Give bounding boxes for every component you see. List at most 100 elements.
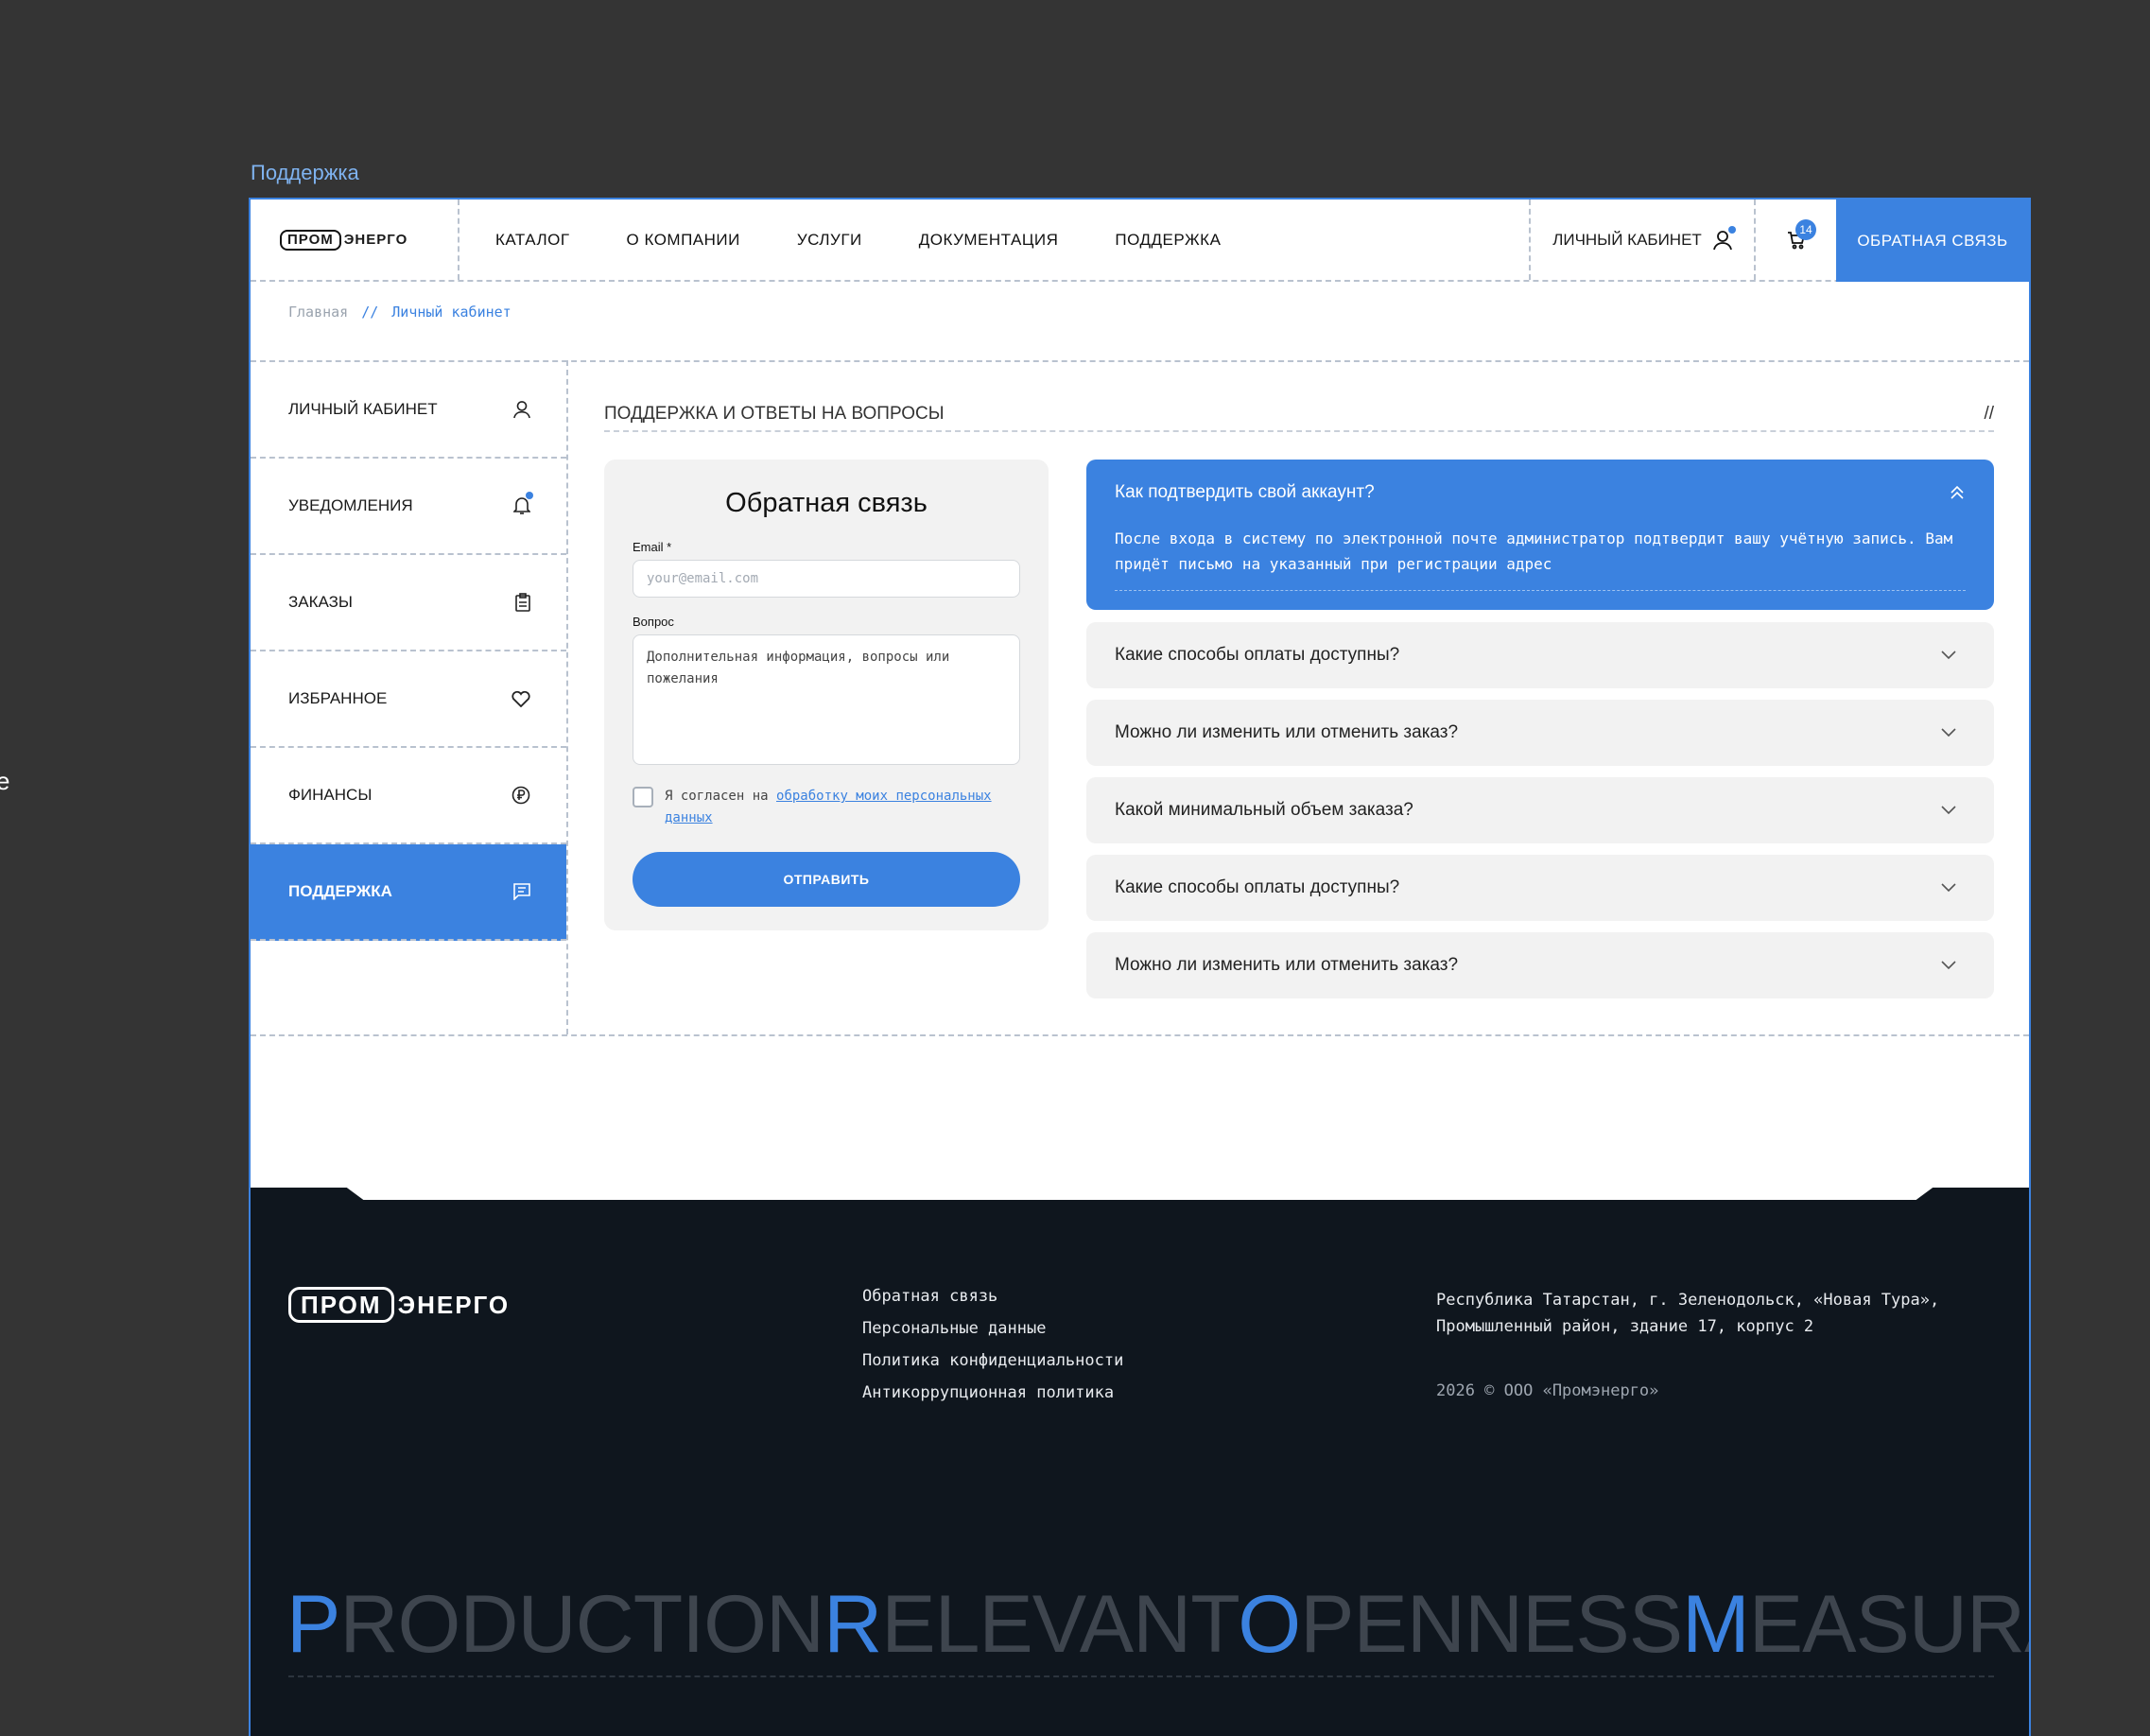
cart-count-badge: 14 (1795, 219, 1816, 240)
edge-glyph: e (0, 767, 10, 795)
slogan-word: PENNESS (1300, 1579, 1683, 1670)
sidebar-item-label: УВЕДОМЛЕНИЯ (288, 496, 413, 514)
site-header: ПРОМ ЭНЕРГО КАТАЛОГ О КОМПАНИИ УСЛУГИ ДО… (251, 200, 2029, 282)
faq-item[interactable]: Какой минимальный объем заказа? (1086, 777, 1994, 843)
chevron-down-icon (1941, 806, 1956, 815)
nav-support[interactable]: ПОДДЕРЖКА (1115, 231, 1221, 250)
chevron-up-icon[interactable] (1949, 484, 1966, 501)
clipboard-icon (515, 593, 530, 612)
slogan-word: RODUCTION (339, 1579, 824, 1670)
footer-links: Обратная связь Персональные данные Полит… (862, 1287, 1123, 1402)
site-footer: ПРОМ ЭНЕРГО Обратная связь Персональные … (251, 1200, 2029, 1736)
nav-catalog[interactable]: КАТАЛОГ (495, 231, 570, 250)
section-mark: // (1984, 404, 1994, 424)
slogan-initial: P (286, 1579, 340, 1670)
slogan-initial: O (1238, 1579, 1301, 1670)
consent-row: Я согласен на обработку моих персональны… (633, 786, 1020, 829)
sidebar-item-label: ЛИЧНЫЙ КАБИНЕТ (288, 400, 438, 418)
consent-prefix: Я согласен на (665, 789, 769, 804)
sidebar-item-notifications[interactable]: УВЕДОМЛЕНИЯ (251, 459, 566, 555)
logo-rest-text: ЭНЕРГО (343, 232, 408, 248)
slogan-initial: M (1682, 1579, 1750, 1670)
nav-services[interactable]: УСЛУГИ (797, 231, 862, 250)
slogan-word: ELEVANT (881, 1579, 1239, 1670)
account-label: ЛИЧНЫЙ КАБИНЕТ (1552, 230, 1702, 249)
message-icon (513, 883, 530, 900)
user-icon (1712, 225, 1736, 251)
feedback-form: Обратная связь Email * your@email.com Во… (604, 460, 1049, 930)
faq-question: Какие способы оплаты доступны? (1115, 645, 1400, 665)
notification-dot (1727, 225, 1736, 234)
faq-question: Какие способы оплаты доступны? (1115, 877, 1400, 897)
frame-label: Поддержка (251, 161, 359, 184)
account-sidebar: ЛИЧНЫЙ КАБИНЕТ УВЕДОМЛЕНИЯ ЗАКАЗЫ ИЗБРАН… (251, 362, 566, 941)
question-label: Вопрос (633, 615, 674, 629)
cart-button[interactable]: 14 (1754, 200, 1836, 280)
logo-cell: ПРОМ ЭНЕРГО (251, 200, 459, 280)
footer-copyright: 2026 © ООО «Промэнерго» (1436, 1381, 1659, 1400)
breadcrumb-current: Личный кабинет (391, 304, 511, 321)
chevron-down-icon (1941, 883, 1956, 893)
faq-question: Можно ли изменить или отменить заказ? (1115, 955, 1459, 975)
ruble-icon (511, 786, 530, 805)
sidebar-item-label: ЗАКАЗЫ (288, 593, 353, 611)
breadcrumb: Главная // Личный кабинет (288, 304, 511, 321)
chevron-down-icon (1941, 651, 1956, 660)
logo[interactable]: ПРОМ ЭНЕРГО (280, 229, 408, 251)
sidebar-item-label: ИЗБРАННОЕ (288, 689, 388, 707)
footer-logo-rest-text: ЭНЕРГО (397, 1290, 511, 1319)
divider (251, 1034, 2029, 1036)
footer-link-privacy[interactable]: Политика конфиденциальности (862, 1351, 1123, 1370)
chevron-down-icon (1941, 961, 1956, 970)
faq-list: Как подтвердить свой аккаунт? После вход… (1086, 460, 1994, 1010)
account-link[interactable]: ЛИЧНЫЙ КАБИНЕТ (1529, 200, 1754, 280)
sidebar-item-label: ФИНАНСЫ (288, 786, 373, 804)
faq-item[interactable]: Какие способы оплаты доступны? (1086, 855, 1994, 921)
sidebar-item-support[interactable]: ПОДДЕРЖКА (251, 844, 566, 941)
faq-answer: После входа в систему по электронной поч… (1115, 526, 1966, 591)
sidebar-item-finance[interactable]: ФИНАНСЫ (251, 748, 566, 844)
faq-question: Какой минимальный объем заказа? (1115, 800, 1413, 820)
submit-button[interactable]: ОТПРАВИТЬ (633, 852, 1020, 907)
slogan-word: EASURABLE (1748, 1579, 2029, 1670)
footer-link-anticorruption[interactable]: Антикоррупционная политика (862, 1383, 1123, 1402)
notification-dot (526, 492, 533, 499)
consent-text: Я согласен на обработку моих персональны… (665, 786, 1020, 829)
faq-question-row: Как подтвердить свой аккаунт? (1115, 482, 1966, 503)
sidebar-item-label: ПОДДЕРЖКА (288, 882, 392, 900)
faq-item-expanded[interactable]: Как подтвердить свой аккаунт? После вход… (1086, 460, 1994, 610)
feedback-cta-button[interactable]: ОБРАТНАЯ СВЯЗЬ (1836, 200, 2029, 282)
divider-vertical (566, 360, 568, 1034)
sidebar-item-favorites[interactable]: ИЗБРАННОЕ (251, 651, 566, 748)
consent-checkbox[interactable] (633, 787, 653, 807)
email-field[interactable]: your@email.com (633, 560, 1020, 598)
faq-item[interactable]: Какие способы оплаты доступны? (1086, 622, 1994, 688)
breadcrumb-separator: // (361, 304, 379, 321)
faq-item[interactable]: Можно ли изменить или отменить заказ? (1086, 932, 1994, 998)
question-field[interactable]: Дополнительная информация, вопросы или п… (633, 634, 1020, 765)
nav-about[interactable]: О КОМПАНИИ (627, 231, 740, 250)
slogan-initial: R (824, 1579, 882, 1670)
footer-address: Республика Татарстан, г. Зеленодольск, «… (1436, 1291, 1940, 1336)
faq-question: Как подтвердить свой аккаунт? (1115, 482, 1375, 502)
main-nav: КАТАЛОГ О КОМПАНИИ УСЛУГИ ДОКУМЕНТАЦИЯ П… (459, 200, 1529, 280)
section-title: ПОДДЕРЖКА И ОТВЕТЫ НА ВОПРОСЫ (604, 404, 945, 424)
footer-logo[interactable]: ПРОМ ЭНЕРГО (288, 1287, 510, 1323)
footer-link-personal-data[interactable]: Персональные данные (862, 1319, 1123, 1338)
page-frame: ПРОМ ЭНЕРГО КАТАЛОГ О КОМПАНИИ УСЛУГИ ДО… (249, 198, 2031, 1736)
footer-link-feedback[interactable]: Обратная связь (862, 1287, 1123, 1306)
heart-icon (511, 690, 530, 707)
section-header: ПОДДЕРЖКА И ОТВЕТЫ НА ВОПРОСЫ // (604, 398, 1994, 432)
email-label: Email * (633, 540, 672, 554)
footer-divider (288, 1675, 1994, 1677)
faq-item[interactable]: Можно ли изменить или отменить заказ? (1086, 700, 1994, 766)
logo-box-text: ПРОМ (280, 229, 341, 251)
sidebar-item-orders[interactable]: ЗАКАЗЫ (251, 555, 566, 651)
footer-logo-box-text: ПРОМ (288, 1287, 394, 1323)
nav-documentation[interactable]: ДОКУМЕНТАЦИЯ (919, 231, 1059, 250)
faq-question: Можно ли изменить или отменить заказ? (1115, 722, 1459, 742)
breadcrumb-home[interactable]: Главная (288, 304, 348, 321)
bell-icon (513, 492, 533, 515)
sidebar-item-account[interactable]: ЛИЧНЫЙ КАБИНЕТ (251, 362, 566, 459)
form-title: Обратная связь (725, 488, 928, 518)
